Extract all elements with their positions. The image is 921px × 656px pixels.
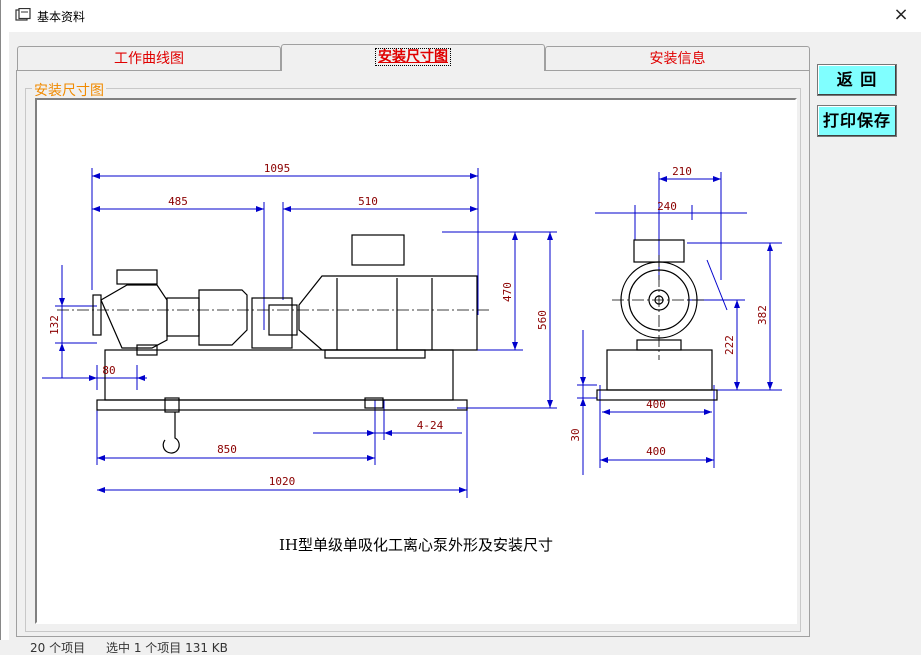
window-title: 基本资料 (37, 10, 86, 24)
background-status-bar: 20 个项目 选中 1 个项目 131 KB (0, 638, 921, 655)
dim-end-width-mid: 240 (657, 200, 677, 213)
dim-base-width-outer: 400 (646, 445, 666, 458)
dialog-client-area: 工作曲线图 安装尺寸图 安装信息 安装尺寸图 1095 485 510 470 … (9, 32, 921, 640)
title-bar[interactable]: 基本资料 × (1, 0, 921, 32)
dim-anchor-spacing: 850 (217, 443, 237, 456)
groupbox-legend: 安装尺寸图 (32, 80, 106, 100)
background-selection-info: 选中 1 个项目 131 KB (106, 641, 228, 655)
tab-install-dimensions[interactable]: 安装尺寸图 (281, 44, 545, 71)
app-icon (15, 8, 31, 21)
drawing-groupbox: 安装尺寸图 1095 485 510 470 560 132 80 850 4-… (25, 80, 801, 632)
dim-anchor-holes: 4-24 (417, 419, 444, 432)
dim-pump-to-coupling: 485 (168, 195, 188, 208)
dim-base-offset: 80 (102, 364, 115, 377)
dim-end-width-top: 210 (672, 165, 692, 178)
tab-work-curve-label: 工作曲线图 (114, 51, 184, 67)
background-item-count: 20 个项目 (30, 641, 86, 655)
tab-install-info-label: 安装信息 (649, 51, 706, 67)
dim-motor-length: 510 (358, 195, 378, 208)
dialog-window: 基本资料 × 工作曲线图 安装尺寸图 安装信息 安装尺寸图 1095 485 5… (0, 0, 921, 640)
tab-work-curve[interactable]: 工作曲线图 (17, 46, 281, 71)
dim-motor-height: 470 (501, 282, 514, 302)
return-button[interactable]: 返 回 (817, 64, 897, 96)
dim-base-width-inner: 400 (646, 398, 666, 411)
dim-centre-height-b: 222 (723, 335, 736, 355)
tab-install-info[interactable]: 安装信息 (545, 46, 810, 71)
dim-base-thickness: 30 (569, 428, 582, 441)
dim-centre-height-a: 382 (756, 305, 769, 325)
dim-overall-length: 1095 (264, 162, 291, 175)
dim-base-length: 1020 (269, 475, 296, 488)
drawing-frame: 1095 485 510 470 560 132 80 850 4-24 102… (35, 98, 797, 624)
dim-total-height: 560 (536, 310, 549, 330)
drawing-caption: IH型单级单吸化工离心泵外形及安装尺寸 (278, 536, 553, 554)
tab-panel: 安装尺寸图 1095 485 510 470 560 132 80 850 4-… (16, 70, 810, 637)
print-save-button[interactable]: 打印保存 (817, 105, 897, 137)
dim-inlet-height: 132 (48, 315, 61, 335)
tab-install-dimensions-label: 安装尺寸图 (375, 48, 451, 66)
close-button[interactable]: × (881, 0, 921, 30)
